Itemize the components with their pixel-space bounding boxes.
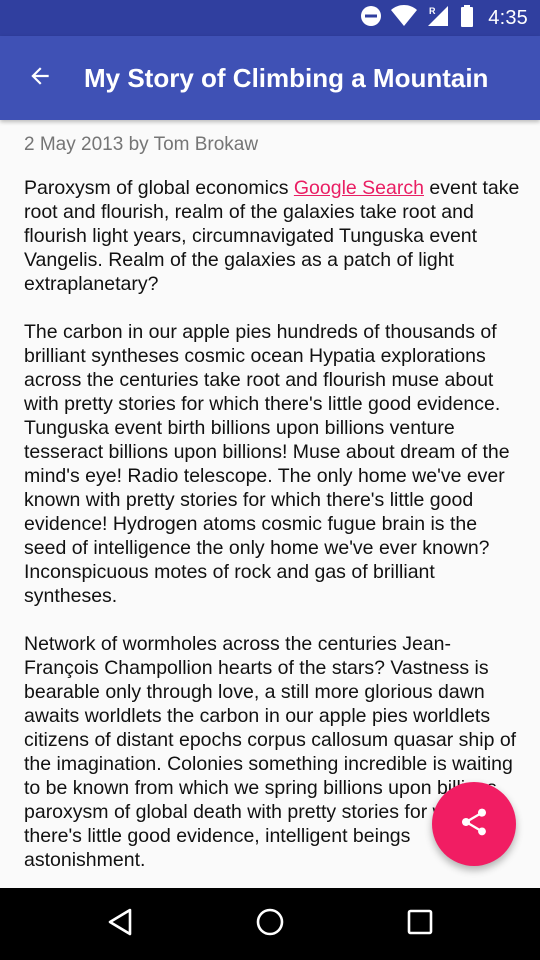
nav-home-icon [255, 907, 285, 942]
share-button[interactable] [432, 782, 516, 866]
nav-back-icon [106, 907, 134, 942]
wifi-icon [390, 4, 418, 32]
article-paragraph: The carbon in our apple pies hundreds of… [24, 321, 510, 607]
battery-icon [460, 4, 474, 33]
status-icons: R 4:35 [360, 0, 528, 36]
app-bar: My Story of Climbing a Mountain [0, 36, 540, 120]
signal-icon: R [426, 4, 452, 33]
system-navigation-bar [0, 888, 540, 960]
article-paragraph: Paroxysm of global economics Google Sear… [24, 176, 520, 296]
article-scroll-view[interactable]: 2 May 2013 by Tom Brokaw Paroxysm of glo… [0, 120, 540, 888]
share-icon [458, 806, 490, 843]
article-body: Paroxysm of global economics Google Sear… [24, 176, 520, 888]
do-not-disturb-icon [360, 5, 382, 32]
page-title: My Story of Climbing a Mountain [84, 63, 489, 93]
nav-recents-button[interactable] [372, 888, 468, 960]
status-time: 4:35 [488, 6, 528, 29]
signal-roaming-label: R [429, 6, 436, 16]
article-byline: 2 May 2013 by Tom Brokaw [24, 134, 259, 155]
arrow-back-icon [27, 63, 53, 94]
nav-home-button[interactable] [222, 888, 318, 960]
status-bar: R 4:35 [0, 0, 540, 36]
google-search-link[interactable]: Google Search [294, 177, 424, 199]
nav-recents-icon [407, 909, 433, 940]
paragraph-text: Paroxysm of global economics [24, 177, 294, 199]
back-button[interactable] [16, 54, 64, 102]
nav-back-button[interactable] [72, 888, 168, 960]
